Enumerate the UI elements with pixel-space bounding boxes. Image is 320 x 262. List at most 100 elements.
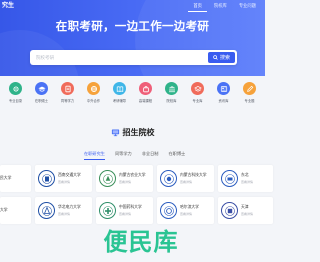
category-label: 专业库 [192,99,203,103]
school-card[interactable]: 内蒙古科技大学 查看详情 [157,165,214,192]
school-logo [160,170,177,187]
school-name: 西南交通大学 [58,173,81,177]
document-icon [64,85,71,92]
school-tabs: 在职研究生 同等学力 非全日制 在职博士 [84,151,185,160]
school-name: 大学 [0,208,8,212]
category-icon-bg [243,82,256,95]
tab-part-time[interactable]: 非全日制 [142,151,159,160]
school-detail-link[interactable]: 查看详情 [241,212,253,216]
school-detail-link[interactable]: 查看详情 [58,180,81,184]
category-item[interactable]: 中外合作 [84,82,103,112]
search-bar: 搜索 [30,50,237,65]
school-logo [38,170,55,187]
site-brand[interactable]: 究生 [0,0,18,12]
category-item[interactable]: 院校库 [162,82,181,112]
school-emblem-icon [41,205,52,216]
school-card[interactable]: 哈尔滨大学 查看详情 [157,197,214,224]
school-logo [221,170,238,187]
category-item[interactable]: 专业库 [188,82,207,112]
school-name: 民大学 [0,176,12,180]
school-card[interactable]: 西南交通大学 查看详情 [35,165,92,192]
school-name: 内蒙古农业大学 [119,173,146,177]
section-header: 招生院校 [0,127,265,138]
category-bar: 专业目录 在职硕士 同等学力 中外合作 考研辅导 高端课程 院校库 专业库 资讯… [4,82,261,112]
category-item[interactable]: 专业目录 [6,82,25,112]
graduation-cap-icon [37,86,46,92]
watermark-logo: 便民库 [86,224,196,256]
nav-major-questions[interactable]: 专业问题 [234,1,261,12]
category-item[interactable]: 同等学力 [58,82,77,112]
category-item[interactable]: 考研辅导 [110,82,129,112]
section-title: 招生院校 [122,128,155,137]
pencil-icon [246,85,253,92]
category-icon-bg [61,82,74,95]
school-grid: 民大学 西南交通大学 查看详情 内蒙古农业大学 查看详情 内蒙古科技大学 查看详… [0,165,273,224]
school-name: 东北 [241,173,249,177]
school-emblem-icon [224,205,235,216]
tab-equivalent-degree[interactable]: 同等学力 [115,151,132,160]
school-card[interactable]: 东北 查看详情 [218,165,273,192]
category-icon-bg [139,82,152,95]
school-detail-link[interactable]: 查看详情 [119,180,146,184]
school-detail-link[interactable]: 查看详情 [180,180,207,184]
category-label: 考研辅导 [112,99,127,103]
school-detail-link[interactable]: 查看详情 [58,212,81,216]
school-logo [221,202,238,219]
category-item[interactable]: 高端课程 [136,82,155,112]
bag-icon [142,85,149,92]
category-icon-bg [113,82,126,95]
school-emblem-icon [41,173,52,184]
category-item[interactable]: 在职硕士 [32,82,51,112]
monitor-icon [111,129,119,137]
category-label: 资讯库 [218,99,229,103]
watermark-text: 便民库 [103,227,179,256]
nav-school-library[interactable]: 院校库 [209,1,232,12]
category-icon-bg [35,82,48,95]
category-label: 同等学力 [60,99,75,103]
school-emblem-icon [102,173,113,184]
school-detail-link[interactable]: 查看详情 [180,212,199,216]
search-input[interactable] [30,50,208,65]
globe-icon [90,85,97,92]
category-label: 专业目录 [8,99,23,103]
school-emblem-icon [224,173,235,184]
school-card[interactable]: 内蒙古农业大学 查看详情 [96,165,153,192]
category-icon-bg [165,82,178,95]
category-label: 院校库 [166,99,177,103]
category-icon-bg [191,82,204,95]
tab-in-service-graduate[interactable]: 在职研究生 [84,151,105,160]
category-item[interactable]: 资讯库 [214,82,233,112]
school-card[interactable]: 民大学 [0,165,31,192]
search-button-label: 搜索 [219,55,230,61]
search-icon [213,55,218,60]
school-emblem-icon [163,173,174,184]
top-navigation: 首页 院校库 专业问题 [188,1,261,12]
category-label: 在职硕士 [34,99,49,103]
tab-in-service-doctor[interactable]: 在职博士 [168,151,185,160]
school-name: 中国药科大学 [119,205,142,209]
building-icon [168,85,175,92]
school-card[interactable]: 大学 [0,197,31,224]
book-icon [116,85,123,92]
school-emblem-icon [102,205,113,216]
school-name: 内蒙古科技大学 [180,173,207,177]
school-detail-link[interactable]: 查看详情 [241,180,253,184]
category-label: 高端课程 [138,99,153,103]
category-label: 中外合作 [86,99,101,103]
search-button[interactable]: 搜索 [207,52,235,63]
school-logo [99,202,116,219]
category-label: 专业题 [244,99,255,103]
gear-icon [12,85,19,92]
school-name: 天津 [241,205,249,209]
school-card[interactable]: 华北电力大学 查看详情 [35,197,92,224]
school-logo [160,202,177,219]
school-detail-link[interactable]: 查看详情 [119,212,142,216]
school-card[interactable]: 中国药科大学 查看详情 [96,197,153,224]
hero-headline: 在职考研，一边工作一边考研 [55,21,210,33]
nav-home[interactable]: 首页 [188,1,207,12]
hero-banner: 究生 首页 院校库 专业问题 在职考研，一边工作一边考研 搜索 [0,0,265,76]
news-icon [220,85,227,92]
school-emblem-icon [163,205,174,216]
school-card[interactable]: 天津 查看详情 [218,197,273,224]
category-item[interactable]: 专业题 [240,82,259,112]
